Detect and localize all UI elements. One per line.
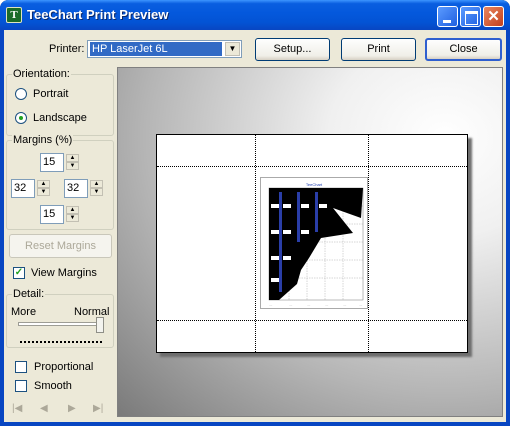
landscape-label: Landscape	[33, 112, 87, 124]
spin-down-icon[interactable]: ▼	[37, 188, 50, 196]
portrait-radio[interactable]	[15, 88, 27, 100]
svg-text:....: ....	[269, 303, 273, 307]
proportional-label: Proportional	[34, 361, 94, 373]
chart-axis-ticks: ............ ............	[269, 303, 363, 307]
chart-preview-title: TeeChart	[306, 182, 323, 187]
chevron-down-icon[interactable]: ▼	[225, 42, 240, 56]
close-button[interactable]: Close	[425, 38, 502, 61]
reset-margins-button[interactable]: Reset Margins	[9, 234, 112, 258]
detail-label: Detail:	[12, 288, 46, 300]
last-page-icon[interactable]: ▶|	[93, 403, 103, 414]
proportional-checkbox[interactable]	[15, 361, 27, 373]
margin-line-left[interactable]	[255, 135, 256, 352]
landscape-radio[interactable]	[15, 112, 27, 124]
chart-preview-graphic: TeeChart .... .... .... .... .... ....	[268, 182, 364, 307]
printer-select[interactable]: HP LaserJet 6L ▼	[87, 40, 242, 58]
margin-left-input[interactable]: 32	[11, 179, 35, 198]
spin-down-icon[interactable]: ▼	[90, 188, 103, 196]
spin-down-icon[interactable]: ▼	[66, 162, 79, 170]
minimize-button[interactable]	[437, 6, 458, 27]
title-bar[interactable]: T TeeChart Print Preview ✕	[0, 0, 510, 30]
spin-up-icon[interactable]: ▲	[90, 180, 103, 188]
next-page-icon[interactable]: ▶	[68, 403, 76, 414]
window-frame-bottom	[0, 422, 510, 426]
print-preview-panel[interactable]: TeeChart .... .... .... .... .... ....	[117, 67, 503, 417]
dialog-client-area: Printer: HP LaserJet 6L ▼ Setup... Print…	[4, 30, 506, 422]
margins-label: Margins (%)	[12, 134, 74, 146]
print-preview-window: T TeeChart Print Preview ✕ Printer: HP L…	[0, 0, 510, 426]
chart-preview: TeeChart .... .... .... .... .... ....	[260, 177, 368, 309]
view-margins-checkbox[interactable]: ✓	[13, 267, 25, 279]
printer-selected-value: HP LaserJet 6L	[90, 42, 222, 56]
svg-text:....: ....	[325, 303, 329, 307]
margin-line-bottom[interactable]	[157, 320, 467, 321]
spin-up-icon[interactable]: ▲	[66, 154, 79, 162]
spin-up-icon[interactable]: ▲	[37, 180, 50, 188]
margins-group: Margins (%) 15 ▲ ▼ 32 ▲ ▼ 32 ▲ ▼ 15 ▲ ▼	[6, 134, 114, 230]
previous-page-icon[interactable]: ◀	[40, 403, 48, 414]
spin-down-icon[interactable]: ▼	[66, 214, 79, 222]
setup-button[interactable]: Setup...	[255, 38, 330, 61]
first-page-icon[interactable]: |◀	[12, 403, 22, 414]
orientation-group: Orientation: Portrait Landscape	[6, 68, 114, 136]
printer-label: Printer:	[49, 43, 85, 55]
detail-normal-label: Normal	[74, 306, 110, 318]
svg-text:....: ....	[289, 303, 293, 307]
svg-text:....: ....	[307, 303, 311, 307]
maximize-button[interactable]	[460, 6, 481, 27]
margin-bottom-input[interactable]: 15	[40, 205, 64, 224]
orientation-label: Orientation:	[12, 68, 71, 80]
svg-text:....: ....	[343, 303, 347, 307]
spin-up-icon[interactable]: ▲	[66, 206, 79, 214]
margin-line-top[interactable]	[157, 166, 467, 167]
margin-top-input[interactable]: 15	[40, 153, 64, 172]
close-window-button[interactable]: ✕	[483, 6, 504, 27]
window-frame-right	[506, 30, 510, 426]
window-title: TeeChart Print Preview	[27, 7, 169, 22]
view-margins-label: View Margins	[31, 267, 97, 279]
svg-text:....: ....	[359, 303, 363, 307]
detail-slider-thumb[interactable]	[96, 317, 104, 333]
print-button[interactable]: Print	[341, 38, 416, 61]
paper-page: TeeChart .... .... .... .... .... ....	[156, 134, 468, 353]
smooth-label: Smooth	[34, 380, 72, 392]
detail-slider-ticks	[20, 341, 102, 343]
portrait-label: Portrait	[33, 88, 69, 100]
close-icon: ✕	[487, 8, 500, 25]
teechart-app-icon: T	[6, 7, 22, 23]
detail-slider-track[interactable]	[18, 322, 102, 326]
margin-line-right[interactable]	[368, 135, 369, 352]
smooth-checkbox[interactable]	[15, 380, 27, 392]
detail-more-label: More	[11, 306, 37, 318]
margin-right-input[interactable]: 32	[64, 179, 88, 198]
